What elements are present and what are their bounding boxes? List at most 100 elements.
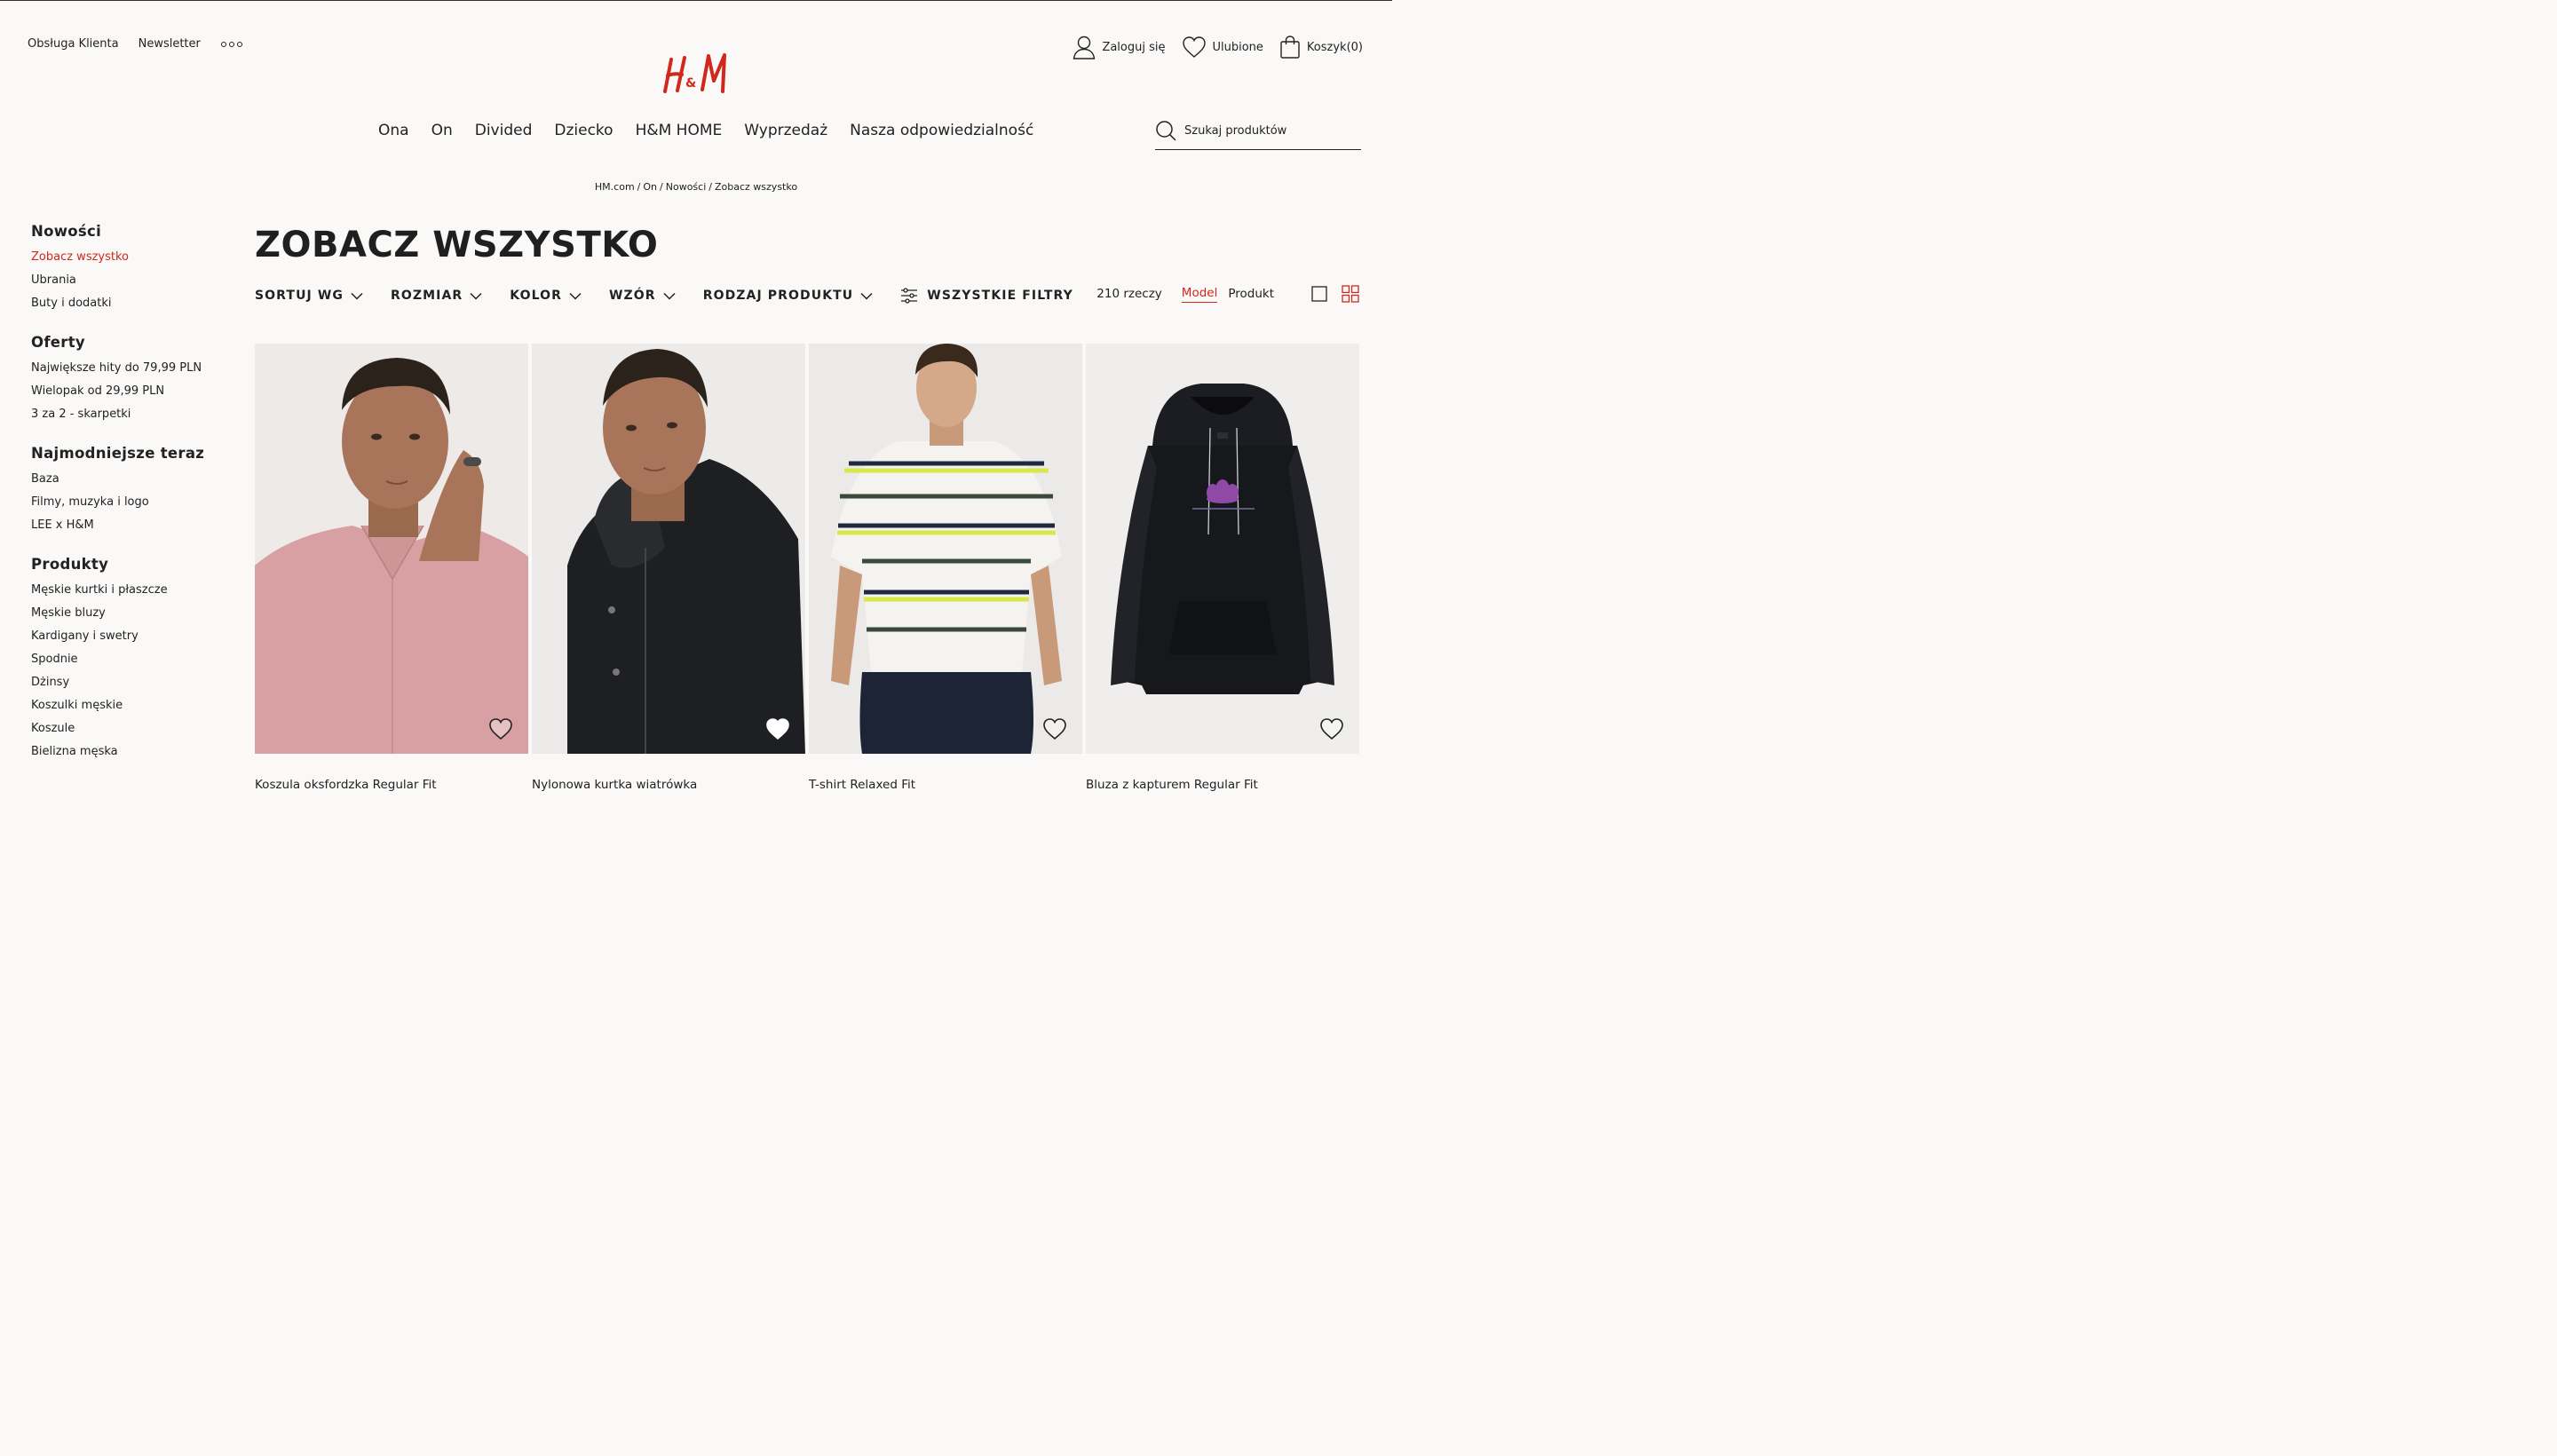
customer-service-link[interactable]: Obsługa Klienta <box>28 37 119 51</box>
chevron-down-icon <box>351 292 363 300</box>
breadcrumb: HM.com / On / Nowości / Zobacz wszystko <box>0 181 1392 193</box>
search-icon[interactable] <box>1155 120 1176 141</box>
sidebar-item-wielopak[interactable]: Wielopak od 29,99 PLN <box>31 380 226 403</box>
login-button[interactable]: Zaloguj się <box>1073 35 1166 59</box>
sort-label: SORTUJ WG <box>255 289 344 303</box>
size-dropdown[interactable]: ROZMIAR <box>391 289 482 303</box>
color-dropdown[interactable]: KOLOR <box>510 289 582 303</box>
product-type-dropdown[interactable]: RODZAJ PRODUKTU <box>703 289 874 303</box>
nav-item-responsibility[interactable]: Nasza odpowiedzialność <box>850 122 1033 139</box>
filter-bar: SORTUJ WG ROZMIAR KOLOR WZÓR RODZAJ PROD… <box>255 288 1101 304</box>
sidebar-group-title[interactable]: Nowości <box>31 223 226 240</box>
nav-item-ona[interactable]: Ona <box>378 122 409 139</box>
heart-icon <box>1182 36 1206 58</box>
product-card[interactable]: T-shirt Relaxed Fit <box>809 344 1082 792</box>
sidebar-item-skarpetki[interactable]: 3 za 2 - skarpetki <box>31 403 226 426</box>
breadcrumb-home[interactable]: HM.com <box>595 181 635 193</box>
breadcrumb-separator: / <box>709 181 712 193</box>
sidebar-group-title[interactable]: Produkty <box>31 556 226 573</box>
sidebar-item-ubrania[interactable]: Ubrania <box>31 269 226 292</box>
filter-sliders-icon <box>901 288 918 304</box>
black-windbreaker-image <box>532 344 805 754</box>
view-controls: 210 rzeczy Model Produkt <box>1096 285 1359 303</box>
login-label: Zaloguj się <box>1102 40 1166 54</box>
sidebar-group-nowosci: Nowości Zobacz wszystko Ubrania Buty i d… <box>31 223 226 315</box>
sidebar-item-bluzy[interactable]: Męskie bluzy <box>31 602 226 625</box>
favorite-heart-icon[interactable] <box>765 717 790 740</box>
nav-item-divided[interactable]: Divided <box>475 122 533 139</box>
black-hoodie-image <box>1086 344 1359 754</box>
chevron-down-icon <box>663 292 676 300</box>
category-sidebar: Nowości Zobacz wszystko Ubrania Buty i d… <box>31 223 226 782</box>
sidebar-group-title[interactable]: Oferty <box>31 334 226 351</box>
product-name[interactable]: Nylonowa kurtka wiatrówka <box>532 778 805 792</box>
cart-button[interactable]: Koszyk(0) <box>1279 35 1363 59</box>
sidebar-item-dzinsy[interactable]: Dżinsy <box>31 671 226 694</box>
main-navigation: Ona On Divided Dziecko H&M HOME Wyprzeda… <box>378 122 1033 139</box>
favorite-heart-icon[interactable] <box>488 717 513 740</box>
sidebar-item-kardigany[interactable]: Kardigany i swetry <box>31 625 226 648</box>
sidebar-item-koszulki[interactable]: Koszulki męskie <box>31 694 226 717</box>
favorite-heart-icon[interactable] <box>1319 717 1344 740</box>
cart-label: Koszyk(0) <box>1306 40 1363 54</box>
single-column-view-icon[interactable] <box>1311 286 1327 302</box>
hm-logo[interactable]: & <box>661 49 732 99</box>
chevron-down-icon <box>470 292 482 300</box>
breadcrumb-separator: / <box>660 181 663 193</box>
product-image[interactable] <box>532 344 805 754</box>
product-grid: Koszula oksfordzka Regular Fit Nylonowa <box>255 344 1359 792</box>
sidebar-item-buty-i-dodatki[interactable]: Buty i dodatki <box>31 292 226 315</box>
product-image[interactable] <box>1086 344 1359 754</box>
sidebar-item-zobacz-wszystko[interactable]: Zobacz wszystko <box>31 246 226 269</box>
sidebar-item-bielizna[interactable]: Bielizna męska <box>31 740 226 764</box>
sidebar-item-kurtki[interactable]: Męskie kurtki i płaszcze <box>31 579 226 602</box>
newsletter-link[interactable]: Newsletter <box>139 37 201 51</box>
user-icon <box>1073 36 1096 59</box>
all-filters-label: WSZYSTKIE FILTRY <box>927 289 1073 303</box>
view-model-tab[interactable]: Model <box>1181 286 1218 303</box>
svg-text:&: & <box>685 76 696 91</box>
sidebar-item-koszule[interactable]: Koszule <box>31 717 226 740</box>
product-image[interactable] <box>255 344 528 754</box>
sidebar-item-hity[interactable]: Największe hity do 79,99 PLN <box>31 357 226 380</box>
breadcrumb-on[interactable]: On <box>643 181 657 193</box>
nav-item-dziecko[interactable]: Dziecko <box>554 122 613 139</box>
sidebar-item-spodnie[interactable]: Spodnie <box>31 648 226 671</box>
grid-view-icon[interactable] <box>1342 285 1359 303</box>
search-bar <box>1155 120 1361 150</box>
product-image[interactable] <box>809 344 1082 754</box>
size-label: ROZMIAR <box>390 289 463 303</box>
product-card[interactable]: Koszula oksfordzka Regular Fit <box>255 344 528 792</box>
pattern-dropdown[interactable]: WZÓR <box>609 289 676 303</box>
utility-links: Obsługa Klienta Newsletter <box>28 37 242 51</box>
product-name[interactable]: T-shirt Relaxed Fit <box>809 778 1082 792</box>
product-type-label: RODZAJ PRODUKTU <box>702 289 854 303</box>
nav-item-on[interactable]: On <box>431 122 453 139</box>
sidebar-item-filmy[interactable]: Filmy, muzyka i logo <box>31 491 226 514</box>
striped-tshirt-image <box>809 344 1082 754</box>
color-label: KOLOR <box>510 289 563 303</box>
favorites-label: Ulubione <box>1212 40 1263 54</box>
breadcrumb-current: Zobacz wszystko <box>715 181 798 193</box>
breadcrumb-separator: / <box>637 181 641 193</box>
all-filters-button[interactable]: WSZYSTKIE FILTRY <box>900 288 1073 304</box>
nav-item-hm-home[interactable]: H&M HOME <box>636 122 723 139</box>
pink-oxford-shirt-image <box>255 344 528 754</box>
sort-dropdown[interactable]: SORTUJ WG <box>255 289 363 303</box>
sidebar-item-baza[interactable]: Baza <box>31 468 226 491</box>
product-card[interactable]: Nylonowa kurtka wiatrówka <box>532 344 805 792</box>
breadcrumb-nowosci[interactable]: Nowości <box>666 181 707 193</box>
nav-item-wyprzedaz[interactable]: Wyprzedaż <box>744 122 827 139</box>
sidebar-item-lee[interactable]: LEE x H&M <box>31 514 226 537</box>
sidebar-group-title[interactable]: Najmodniejsze teraz <box>31 445 226 462</box>
favorite-heart-icon[interactable] <box>1042 717 1067 740</box>
more-icon[interactable] <box>220 41 242 47</box>
favorites-button[interactable]: Ulubione <box>1182 36 1263 59</box>
chevron-down-icon <box>569 292 582 300</box>
product-name[interactable]: Bluza z kapturem Regular Fit <box>1086 778 1359 792</box>
product-card[interactable]: Bluza z kapturem Regular Fit <box>1086 344 1359 792</box>
shopping-bag-icon <box>1280 36 1300 59</box>
view-product-tab[interactable]: Produkt <box>1228 287 1274 301</box>
product-name[interactable]: Koszula oksfordzka Regular Fit <box>255 778 528 792</box>
search-input[interactable] <box>1184 120 1344 138</box>
